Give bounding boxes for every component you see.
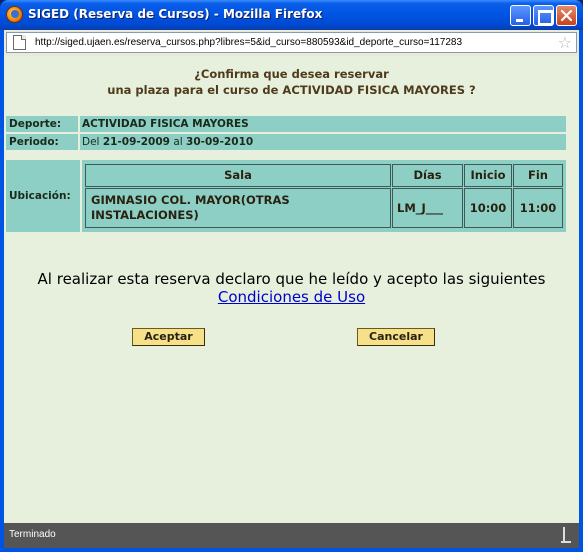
conditions-link[interactable]: Condiciones de Uso bbox=[218, 288, 365, 306]
page-content: ¿Confirma que desea reservar una plaza p… bbox=[4, 56, 579, 523]
periodo-prefix: Del bbox=[82, 136, 100, 148]
close-icon bbox=[561, 10, 572, 21]
question-line-2: una plaza para el curso de ACTIVIDAD FIS… bbox=[107, 83, 476, 97]
page-icon bbox=[13, 35, 26, 50]
deporte-value-text: ACTIVIDAD FISICA MAYORES bbox=[82, 118, 249, 130]
minimize-button[interactable] bbox=[510, 5, 531, 26]
declaration-text: Al realizar esta reserva declaro que he … bbox=[4, 270, 579, 306]
ubicacion-table: Sala Días Inicio Fin GIMNASIO COL. MAYOR… bbox=[82, 160, 566, 232]
deporte-value: ACTIVIDAD FISICA MAYORES bbox=[82, 116, 249, 132]
sala-line-1: GIMNASIO COL. MAYOR(OTRAS bbox=[91, 193, 290, 207]
firefox-icon[interactable] bbox=[6, 6, 23, 23]
cell-sala: GIMNASIO COL. MAYOR(OTRAS INSTALACIONES) bbox=[85, 188, 391, 228]
deporte-row: Deporte: ACTIVIDAD FISICA MAYORES bbox=[6, 116, 566, 132]
resize-grip-icon[interactable] bbox=[561, 527, 573, 543]
header-fin: Fin bbox=[513, 164, 563, 187]
header-dias: Días bbox=[392, 164, 463, 187]
title-bar[interactable]: SIGED (Reserva de Cursos) - Mozilla Fire… bbox=[0, 0, 583, 30]
status-text: Terminado bbox=[9, 529, 56, 540]
confirm-question: ¿Confirma que desea reservar una plaza p… bbox=[4, 66, 579, 98]
periodo-value: Del 21-09-2009 al 30-09-2010 bbox=[82, 134, 253, 150]
sala-line-2: INSTALACIONES) bbox=[91, 208, 199, 222]
declaration-line: Al realizar esta reserva declaro que he … bbox=[37, 270, 546, 288]
cell-dias: LM_J___ bbox=[392, 188, 463, 228]
url-field[interactable]: http://siged.ujaen.es/reserva_cursos.php… bbox=[6, 32, 577, 53]
question-line-1: ¿Confirma que desea reservar bbox=[194, 67, 389, 81]
cell-inicio: 10:00 bbox=[464, 188, 512, 228]
bookmark-star-icon[interactable]: ☆ bbox=[558, 34, 572, 51]
navigation-bar: http://siged.ujaen.es/reserva_cursos.php… bbox=[4, 30, 579, 56]
periodo-label: Periodo: bbox=[6, 134, 80, 150]
maximize-button[interactable] bbox=[533, 5, 554, 26]
cell-fin: 11:00 bbox=[513, 188, 563, 228]
periodo-end: 30-09-2010 bbox=[186, 136, 254, 148]
deporte-label: Deporte: bbox=[6, 116, 80, 132]
status-bar: Terminado bbox=[4, 523, 579, 548]
accept-button[interactable]: Aceptar bbox=[132, 328, 205, 346]
ubicacion-label: Ubicación: bbox=[6, 160, 80, 232]
periodo-mid: al bbox=[173, 136, 183, 148]
cancel-button[interactable]: Cancelar bbox=[357, 328, 435, 346]
url-text[interactable]: http://siged.ujaen.es/reserva_cursos.php… bbox=[35, 37, 462, 48]
browser-window: SIGED (Reserva de Cursos) - Mozilla Fire… bbox=[0, 0, 583, 552]
window-title: SIGED (Reserva de Cursos) - Mozilla Fire… bbox=[28, 7, 323, 21]
periodo-row: Periodo: Del 21-09-2009 al 30-09-2010 bbox=[6, 134, 566, 150]
periodo-start: 21-09-2009 bbox=[102, 136, 170, 148]
close-button[interactable] bbox=[556, 5, 577, 26]
header-inicio: Inicio bbox=[464, 164, 512, 187]
header-sala: Sala bbox=[85, 164, 391, 187]
